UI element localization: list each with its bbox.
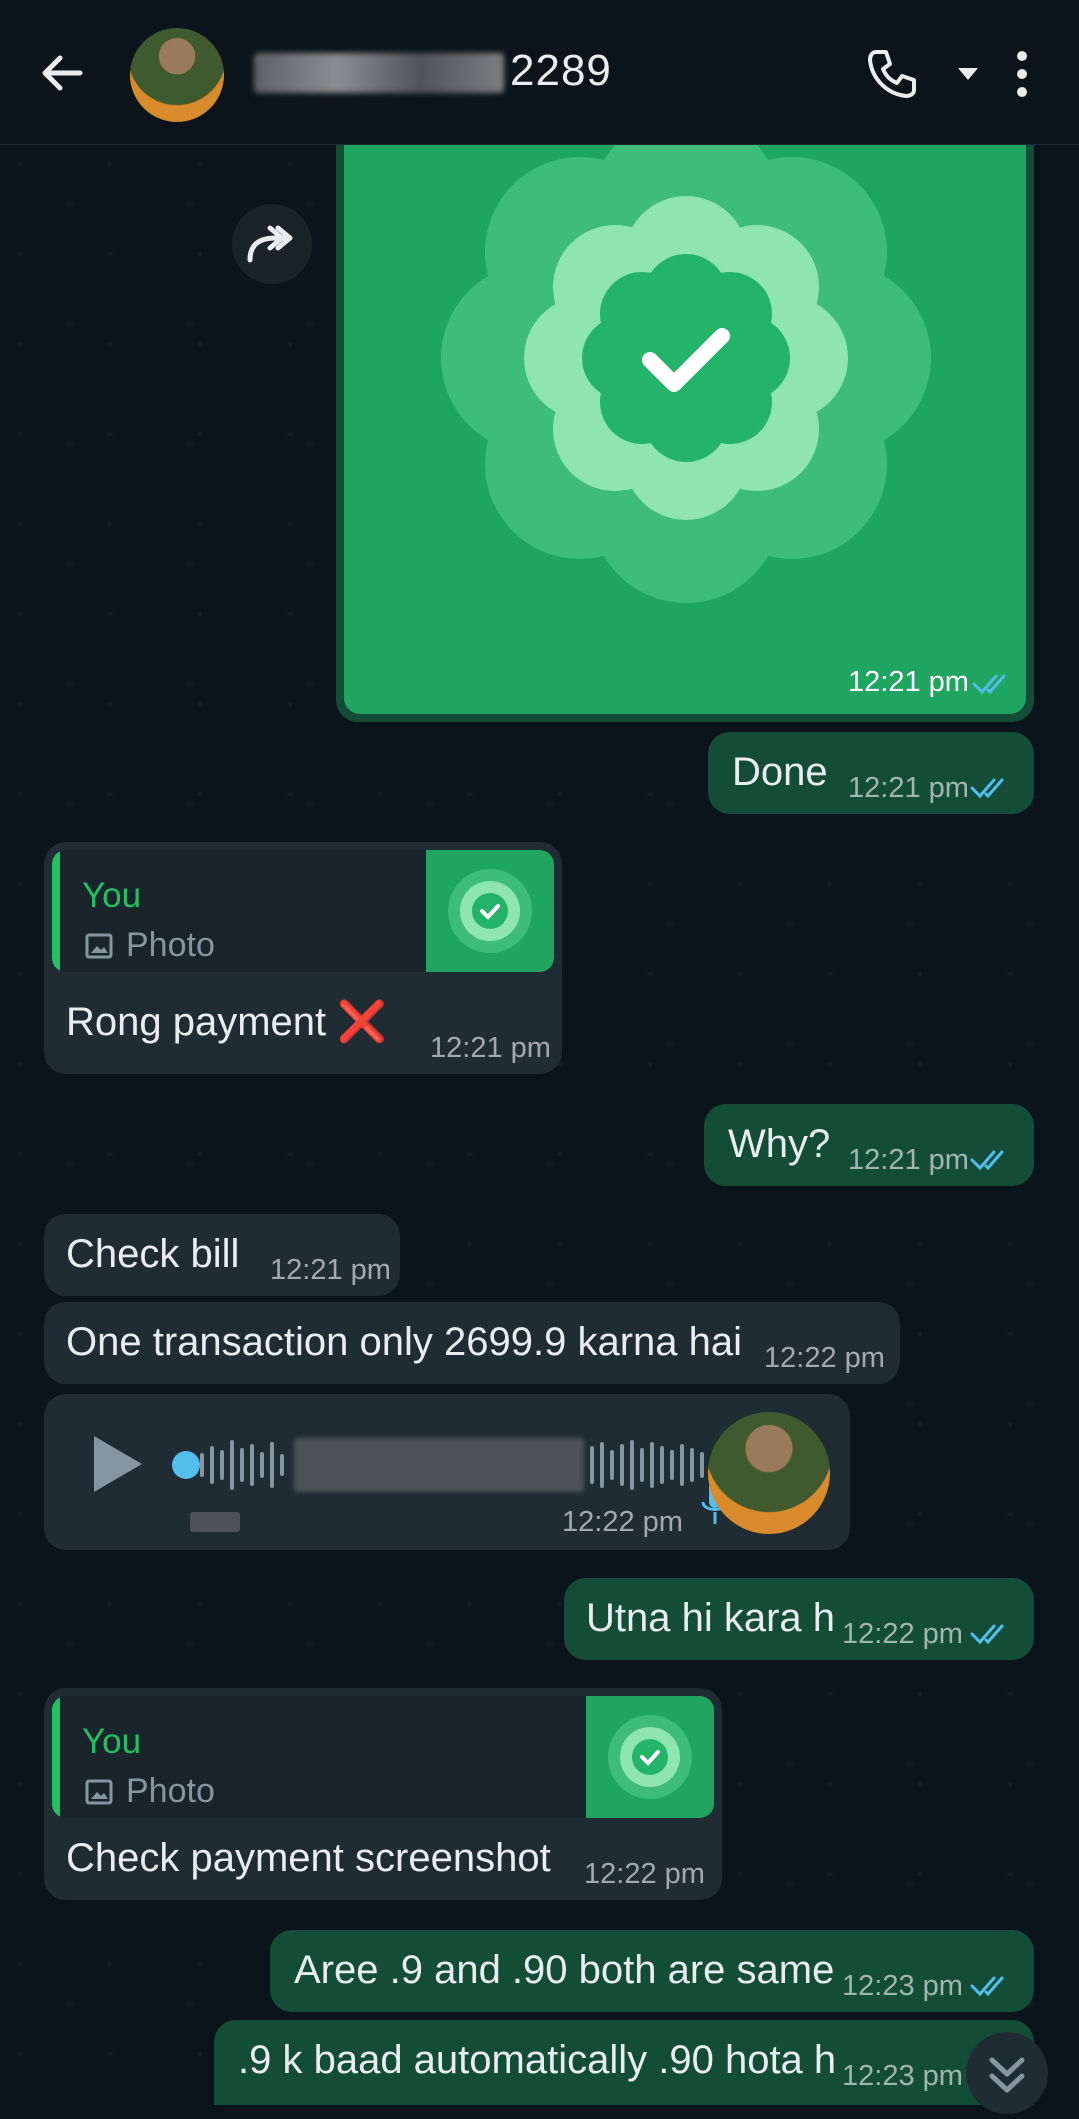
message-time: 12:22 pm	[842, 1618, 963, 1650]
read-ticks-icon	[972, 674, 1006, 695]
play-icon[interactable]	[90, 1432, 146, 1496]
outgoing-message[interactable]: Done 12:21 pm	[708, 732, 1034, 814]
message-text: Rong payment ❌	[66, 1000, 388, 1044]
message-text: Aree .9 and .90 both are same	[294, 1948, 835, 1992]
outgoing-message[interactable]: .9 k baad automatically .90 hota h 12:23…	[214, 2020, 1034, 2105]
double-chevron-down-icon	[989, 2057, 1025, 2093]
message-time: 12:21 pm	[848, 772, 969, 804]
message-time: 12:21 pm	[430, 1032, 551, 1064]
message-text: Check payment screenshot	[66, 1836, 551, 1880]
read-ticks-icon	[970, 778, 1004, 799]
reply-accent-bar	[52, 1696, 60, 1818]
arrow-left-icon[interactable]	[36, 48, 86, 98]
contact-name[interactable]: 2289	[254, 46, 612, 96]
redacted-number	[254, 53, 504, 94]
caret-down-icon[interactable]	[938, 44, 998, 104]
redacted-duration	[190, 1512, 240, 1532]
quoted-reply[interactable]: You Photo	[52, 1696, 714, 1818]
message-text: Why?	[728, 1122, 831, 1166]
message-text: Done	[732, 750, 828, 794]
message-time: 12:23 pm	[842, 1970, 963, 2002]
incoming-message[interactable]: Check bill 12:21 pm	[44, 1214, 400, 1296]
more-vertical-icon[interactable]	[992, 44, 1052, 104]
message-text: Utna hi kara h	[586, 1596, 836, 1640]
photo-icon	[85, 933, 113, 959]
waveform[interactable]	[172, 1430, 732, 1500]
photo-icon	[85, 1779, 113, 1805]
chat-header: 2289	[0, 0, 1079, 145]
incoming-message[interactable]: You Photo Check payment screenshot 12:22…	[44, 1688, 722, 1900]
message-time: 12:23 pm	[842, 2060, 963, 2092]
reply-accent-bar	[52, 850, 60, 972]
forward-button[interactable]	[232, 204, 312, 284]
message-time: 12:22 pm	[764, 1342, 885, 1374]
incoming-message[interactable]: One transaction only 2699.9 karna hai 12…	[44, 1302, 900, 1384]
reply-thumbnail	[586, 1696, 714, 1818]
scroll-to-bottom-button[interactable]	[966, 2032, 1048, 2114]
incoming-message[interactable]: You Photo Rong payment ❌ 12:21 pm	[44, 842, 562, 1074]
read-ticks-icon	[970, 1624, 1004, 1645]
reply-type: Photo	[126, 1772, 215, 1810]
quoted-reply[interactable]: You Photo	[52, 850, 554, 972]
reply-author: You	[82, 1722, 142, 1761]
forward-icon	[247, 225, 293, 263]
outgoing-message[interactable]: Utna hi kara h 12:22 pm	[564, 1578, 1034, 1660]
contact-avatar[interactable]	[130, 28, 224, 122]
read-ticks-icon	[970, 1976, 1004, 1997]
reply-type: Photo	[126, 926, 215, 964]
message-time: 12:22 pm	[584, 1858, 705, 1890]
reply-author: You	[82, 876, 142, 915]
phone-icon[interactable]	[862, 44, 922, 104]
outgoing-message[interactable]: Aree .9 and .90 both are same 12:23 pm	[270, 1930, 1034, 2012]
message-text: .9 k baad automatically .90 hota h	[238, 2038, 837, 2082]
message-text: Check bill	[66, 1232, 240, 1276]
read-ticks-icon	[970, 1150, 1004, 1171]
message-time: 12:21 pm	[848, 1144, 969, 1176]
message-text: One transaction only 2699.9 karna hai	[66, 1320, 742, 1364]
voice-sender-avatar	[708, 1412, 830, 1534]
image-message[interactable]: 12:21 pm	[336, 136, 1034, 722]
verified-badge-image	[344, 136, 1026, 714]
reply-thumbnail	[426, 850, 554, 972]
message-time: 12:21 pm	[270, 1254, 391, 1286]
outgoing-message[interactable]: Why? 12:21 pm	[704, 1104, 1034, 1186]
message-time: 12:22 pm	[562, 1506, 683, 1538]
message-time: 12:21 pm	[848, 666, 969, 698]
